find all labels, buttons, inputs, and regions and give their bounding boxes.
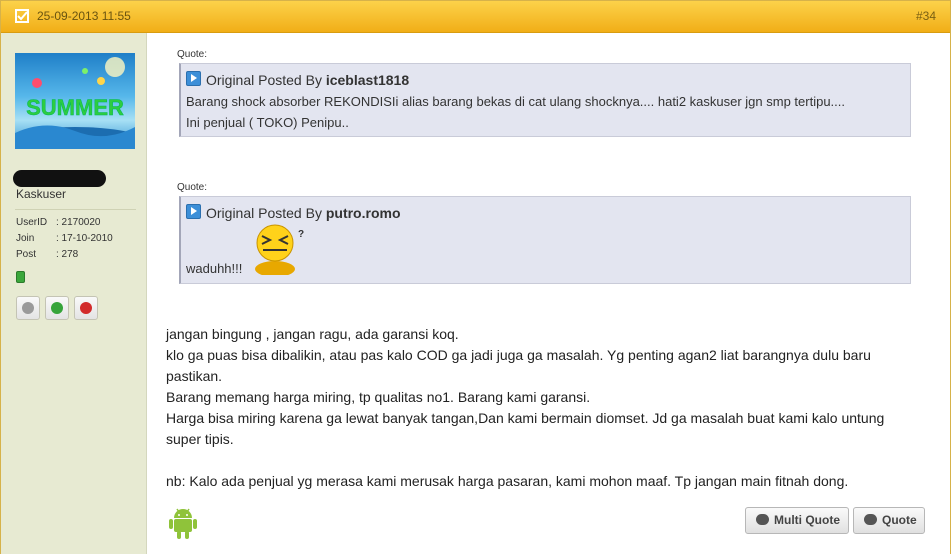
quote-box: Original Posted By putro.romo waduhh!!! …	[179, 196, 911, 284]
forum-post: 25-09-2013 11:55 #34 SUMMER Kaskuser Use…	[0, 0, 951, 554]
message-paragraph: klo ga puas bisa dibalikin, atau pas kal…	[166, 347, 871, 384]
quote-label: Quote:	[177, 182, 208, 193]
join-label: Join	[16, 233, 35, 244]
speech-bubble-icon	[864, 514, 877, 525]
message-paragraph: nb: Kalo ada penjual yg merasa kami meru…	[166, 473, 849, 489]
quote-header: Original Posted By putro.romo	[186, 204, 401, 221]
message-paragraph: jangan bingung , jangan ragu, ada garans…	[166, 326, 459, 342]
join-value: : 17-10-2010	[56, 233, 113, 244]
block-icon	[22, 302, 34, 314]
report-icon	[80, 302, 92, 314]
quote-box: Original Posted By iceblast1818 Barang s…	[179, 63, 911, 137]
quote-author[interactable]: iceblast1818	[326, 72, 409, 88]
add-friend-button[interactable]	[45, 296, 69, 320]
message-spacer	[166, 450, 906, 471]
userid-row: UserID : 2170020	[16, 217, 101, 228]
view-post-icon[interactable]	[186, 71, 201, 86]
username-redacted	[13, 170, 106, 187]
online-status-icon	[16, 271, 25, 283]
quote-prefix: Original Posted By	[206, 205, 322, 221]
post-number-link[interactable]: #34	[916, 9, 936, 23]
quote-text-line: Barang shock absorber REKONDISIi alias b…	[186, 94, 846, 109]
checkbox-icon	[15, 9, 29, 23]
quote-prefix: Original Posted By	[206, 72, 322, 88]
user-sidebar: SUMMER Kaskuser UserID : 2170020 Join : 17…	[1, 33, 147, 554]
quote-author[interactable]: putro.romo	[326, 205, 401, 221]
speech-bubbles-icon	[756, 514, 769, 525]
post-count-row: Post : 278	[16, 249, 78, 260]
sidebar-divider	[15, 209, 136, 210]
multi-quote-button[interactable]: Multi Quote	[745, 507, 849, 534]
user-rank: Kaskuser	[16, 187, 67, 201]
quote-label-text: Quote	[882, 513, 917, 527]
report-button[interactable]	[74, 296, 98, 320]
android-icon	[169, 508, 197, 539]
post-content: Quote: Original Posted By iceblast1818 B…	[147, 33, 950, 554]
quote-text-line: Ini penjual ( TOKO) Penipu..	[186, 115, 349, 130]
join-row: Join : 17-10-2010	[16, 233, 113, 244]
message-paragraph: Harga bisa miring karena ga lewat banyak…	[166, 410, 885, 447]
quote-header: Original Posted By iceblast1818	[186, 71, 409, 88]
avatar-image: SUMMER	[15, 57, 135, 149]
userid-value: : 2170020	[56, 217, 101, 228]
userid-label: UserID	[16, 217, 48, 228]
post-date: 25-09-2013 11:55	[37, 9, 131, 23]
svg-text:SUMMER: SUMMER	[26, 95, 124, 120]
post-count-value: : 278	[56, 249, 79, 260]
view-post-icon[interactable]	[186, 204, 201, 219]
post-message: jangan bingung , jangan ragu, ada garans…	[166, 324, 906, 492]
confused-emoticon-icon: ?	[255, 224, 304, 275]
multi-quote-label: Multi Quote	[774, 513, 840, 527]
svg-text:?: ?	[298, 229, 304, 240]
add-friend-icon	[51, 302, 63, 314]
avatar[interactable]: SUMMER	[15, 53, 135, 149]
quote-text-line: waduhh!!!	[186, 261, 243, 276]
block-user-button[interactable]	[16, 296, 40, 320]
message-paragraph: Barang memang harga miring, tp qualitas …	[166, 389, 591, 405]
quote-button[interactable]: Quote	[853, 507, 925, 534]
quote-label: Quote:	[177, 49, 208, 60]
post-count-label: Post	[16, 249, 37, 260]
post-header: 25-09-2013 11:55 #34	[1, 1, 950, 33]
